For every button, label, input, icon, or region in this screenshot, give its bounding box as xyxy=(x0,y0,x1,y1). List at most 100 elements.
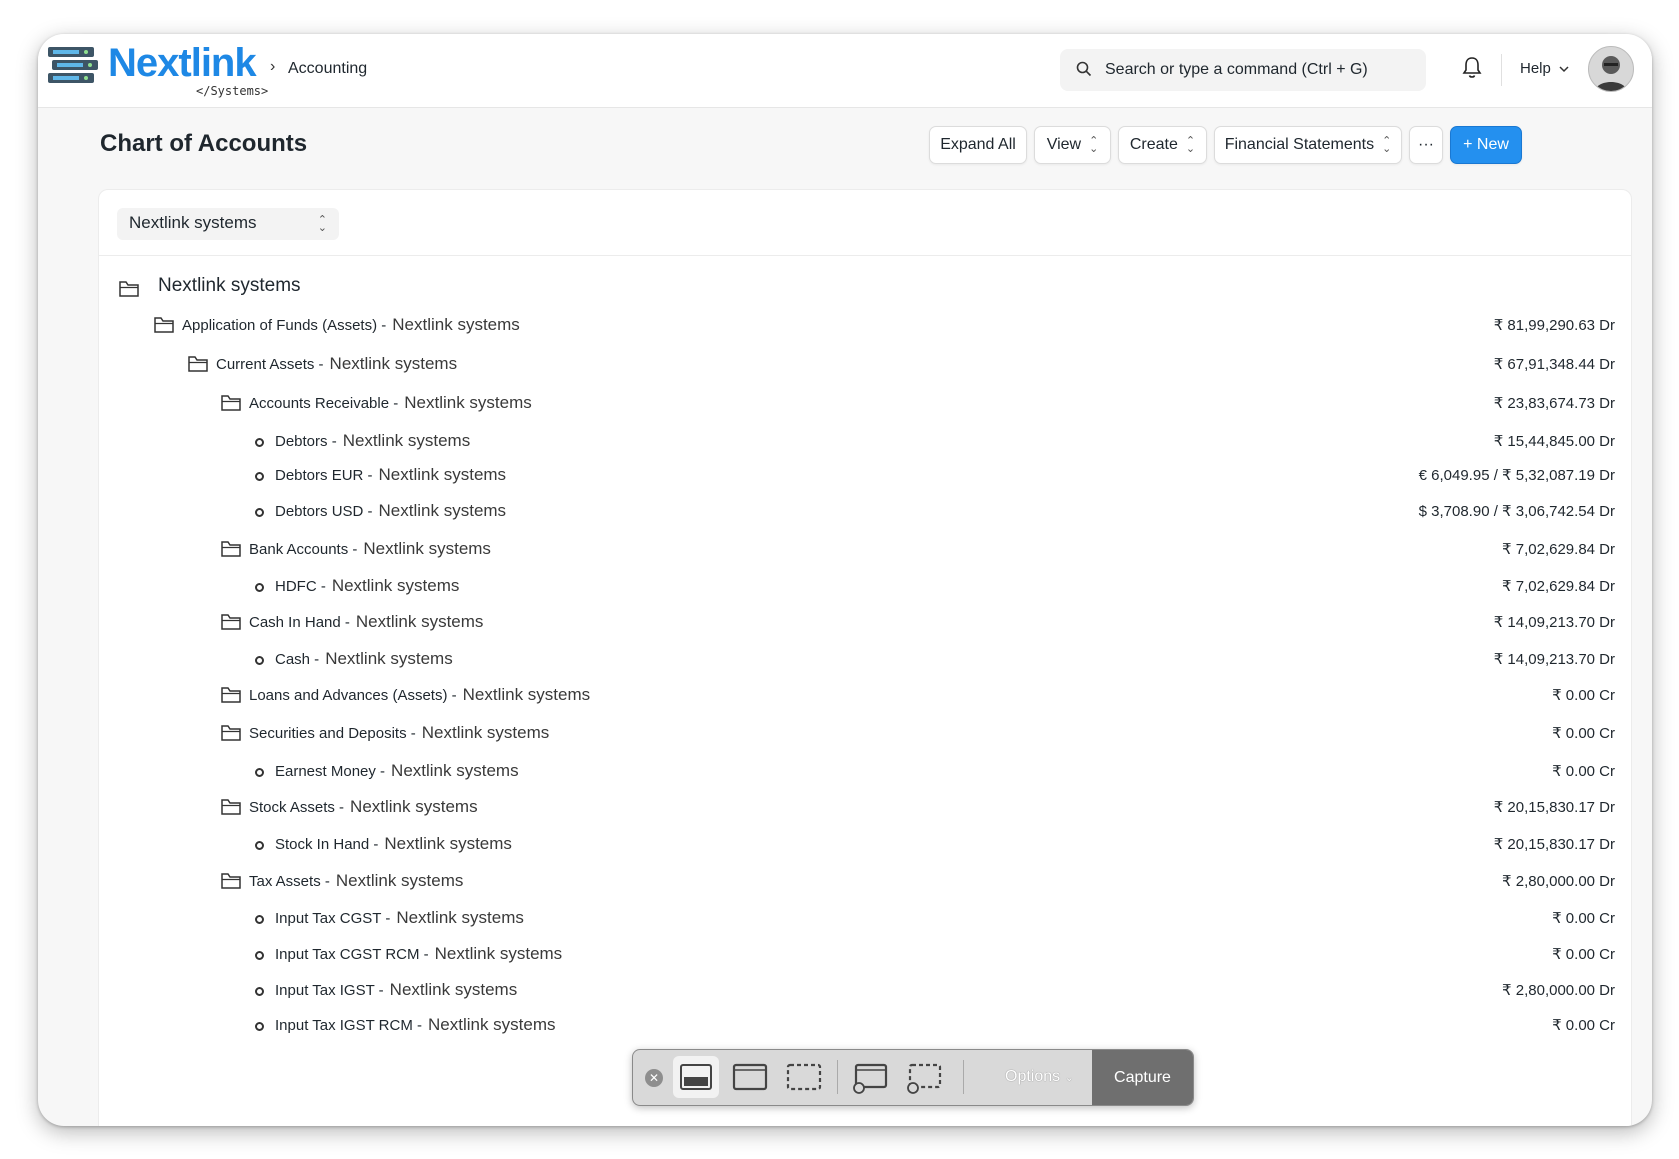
account-label: Current Assets - Nextlink systems xyxy=(216,354,457,374)
account-label: Input Tax CGST - Nextlink systems xyxy=(275,908,524,928)
account-label: Earnest Money - Nextlink systems xyxy=(275,761,519,781)
account-label: Cash - Nextlink systems xyxy=(275,649,453,669)
tree-leaf-row[interactable]: HDFC - Nextlink systems ₹ 7,02,629.84 Dr xyxy=(99,572,1631,602)
tree-root[interactable]: Nextlink systems xyxy=(99,272,1631,302)
folder-icon xyxy=(221,873,241,889)
tree-group-row[interactable]: Securities and Deposits - Nextlink system… xyxy=(99,719,1631,749)
help-label: Help xyxy=(1520,60,1551,77)
account-name: Debtors - xyxy=(275,433,337,450)
folder-icon xyxy=(221,725,241,741)
circle-icon xyxy=(255,656,264,665)
account-balance: ₹ 15,44,845.00 Dr xyxy=(1493,433,1615,450)
more-button[interactable]: ··· xyxy=(1409,126,1443,164)
tree-leaf-row[interactable]: Debtors USD - Nextlink systems $ 3,708.90 … xyxy=(99,497,1631,527)
new-button[interactable]: + New xyxy=(1450,126,1522,164)
logo[interactable]: Nextlink </Systems> xyxy=(46,41,268,100)
account-company: Nextlink systems xyxy=(363,539,491,558)
tree-leaf-row[interactable]: Debtors EUR - Nextlink systems € 6,049.95 … xyxy=(99,461,1631,491)
capture-button[interactable]: Capture xyxy=(1092,1050,1193,1105)
tree-group-row[interactable]: Cash In Hand - Nextlink systems ₹ 14,09,21… xyxy=(99,608,1631,638)
account-balance: ₹ 14,09,213.70 Dr xyxy=(1493,614,1615,631)
account-balance: ₹ 23,83,674.73 Dr xyxy=(1493,395,1615,412)
user-avatar[interactable] xyxy=(1588,46,1634,92)
account-name: Debtors USD - xyxy=(275,503,373,520)
circle-icon xyxy=(255,472,264,481)
options-menu[interactable]: Options ⌄ xyxy=(1005,1068,1074,1086)
capture-window-button[interactable] xyxy=(673,1056,719,1098)
capture-screen-button[interactable] xyxy=(727,1056,773,1098)
chevron-down-icon xyxy=(1559,66,1569,73)
help-menu[interactable]: Help xyxy=(1520,60,1569,77)
account-label: Cash In Hand - Nextlink systems xyxy=(249,612,483,632)
tree-group-row[interactable]: Bank Accounts - Nextlink systems ₹ 7,02,62… xyxy=(99,535,1631,565)
account-balance: ₹ 0.00 Cr xyxy=(1552,910,1615,927)
account-label: Debtors EUR - Nextlink systems xyxy=(275,465,506,485)
account-balance: ₹ 14,09,213.70 Dr xyxy=(1493,651,1615,668)
tree-group-row[interactable]: Accounts Receivable - Nextlink systems ₹ 2… xyxy=(99,389,1631,419)
account-label: Stock Assets - Nextlink systems xyxy=(249,797,478,817)
up-down-caret-icon: ⌃ ⌄ xyxy=(1089,135,1099,155)
tree-group-row[interactable]: Tax Assets - Nextlink systems ₹ 2,80,000.0… xyxy=(99,867,1631,897)
up-down-caret-icon: ⌃ ⌄ xyxy=(1382,135,1392,155)
tree-leaf-row[interactable]: Cash - Nextlink systems ₹ 14,09,213.70 Dr xyxy=(99,645,1631,675)
account-balance: ₹ 2,80,000.00 Dr xyxy=(1502,873,1615,890)
account-name: Current Assets - xyxy=(216,356,324,373)
tree-leaf-row[interactable]: Input Tax CGST - Nextlink systems ₹ 0.00 C… xyxy=(99,904,1631,934)
record-screen-button[interactable] xyxy=(847,1056,893,1098)
account-label: Debtors USD - Nextlink systems xyxy=(275,501,506,521)
account-balance: ₹ 0.00 Cr xyxy=(1552,946,1615,963)
search-bar[interactable]: Search or type a command (Ctrl + G) xyxy=(1060,49,1426,91)
account-company: Nextlink systems xyxy=(355,612,484,631)
screenshot-toolbar: ✕ Options ⌄ Capture xyxy=(632,1049,1194,1106)
account-balance: ₹ 20,15,830.17 Dr xyxy=(1493,799,1615,816)
toolbar-divider xyxy=(963,1060,964,1094)
tree-group-row[interactable]: Loans and Advances (Assets) - Nextlink sy… xyxy=(99,681,1631,711)
tree-leaf-row[interactable]: Stock In Hand - Nextlink systems ₹ 20,15,8… xyxy=(99,830,1631,860)
account-company: Nextlink systems xyxy=(404,393,532,412)
company-select[interactable]: Nextlink systems ⌃ ⌄ xyxy=(117,208,339,240)
breadcrumb-accounting[interactable]: Accounting xyxy=(288,60,367,78)
financial-statements-button[interactable]: Financial Statements ⌃ ⌄ xyxy=(1214,126,1402,164)
account-company: Nextlink systems xyxy=(335,871,464,890)
account-company: Nextlink systems xyxy=(329,354,458,373)
account-balance: ₹ 0.00 Cr xyxy=(1552,687,1615,704)
account-company: Nextlink systems xyxy=(325,649,453,668)
account-name: Bank Accounts - xyxy=(249,541,358,558)
close-icon[interactable]: ✕ xyxy=(645,1069,663,1087)
up-down-caret-icon: ⌃ ⌄ xyxy=(1185,135,1196,155)
account-name: Stock Assets - xyxy=(249,799,345,816)
expand-all-label: Expand All xyxy=(940,136,1016,153)
account-company: Nextlink systems xyxy=(384,834,512,853)
record-selection-button[interactable] xyxy=(901,1056,947,1098)
tree-group-row[interactable]: Stock Assets - Nextlink systems ₹ 20,15,83… xyxy=(99,793,1631,823)
create-button[interactable]: Create ⌃ ⌄ xyxy=(1118,126,1207,164)
tree-leaf-row[interactable]: Input Tax IGST RCM - Nextlink systems ₹ 0.… xyxy=(99,1011,1631,1041)
company-select-value: Nextlink systems xyxy=(129,213,257,232)
bell-icon[interactable] xyxy=(1462,56,1482,80)
navbar: Nextlink </Systems> › Accounting Search … xyxy=(38,34,1652,108)
account-company: Nextlink systems xyxy=(342,431,471,450)
tree-leaf-row[interactable]: Input Tax CGST RCM - Nextlink systems ₹ 0.… xyxy=(99,940,1631,970)
folder-icon xyxy=(188,356,208,372)
account-company: Nextlink systems xyxy=(428,1015,556,1034)
tree-leaf-row[interactable]: Debtors - Nextlink systems ₹ 15,44,845.00 … xyxy=(99,427,1631,457)
record-screen-icon xyxy=(853,1063,888,1094)
tree-leaf-row[interactable]: Input Tax IGST - Nextlink systems ₹ 2,80,0… xyxy=(99,976,1631,1006)
page-title: Chart of Accounts xyxy=(100,130,308,157)
view-label: View xyxy=(1046,136,1082,153)
account-company: Nextlink systems xyxy=(421,723,550,742)
account-balance: ₹ 7,02,629.84 Dr xyxy=(1502,541,1615,558)
server-logo-icon xyxy=(48,47,98,83)
capture-selection-button[interactable] xyxy=(781,1056,827,1098)
tree-leaf-row[interactable]: Earnest Money - Nextlink systems ₹ 0.00 Cr xyxy=(99,757,1631,787)
folder-icon xyxy=(119,281,139,297)
view-button[interactable]: View ⌃ ⌄ xyxy=(1034,126,1111,164)
account-name: Earnest Money - xyxy=(275,763,386,780)
expand-all-button[interactable]: Expand All xyxy=(929,126,1027,164)
record-selection-icon xyxy=(907,1063,942,1094)
account-name: Input Tax IGST - xyxy=(275,982,384,999)
tree-group-row[interactable]: Application of Funds (Assets) - Nextlink … xyxy=(99,311,1631,341)
account-company: Nextlink systems xyxy=(396,908,524,927)
account-label: Input Tax CGST RCM - Nextlink systems xyxy=(275,944,562,964)
tree-group-row[interactable]: Current Assets - Nextlink systems ₹ 67,91,… xyxy=(99,350,1631,380)
